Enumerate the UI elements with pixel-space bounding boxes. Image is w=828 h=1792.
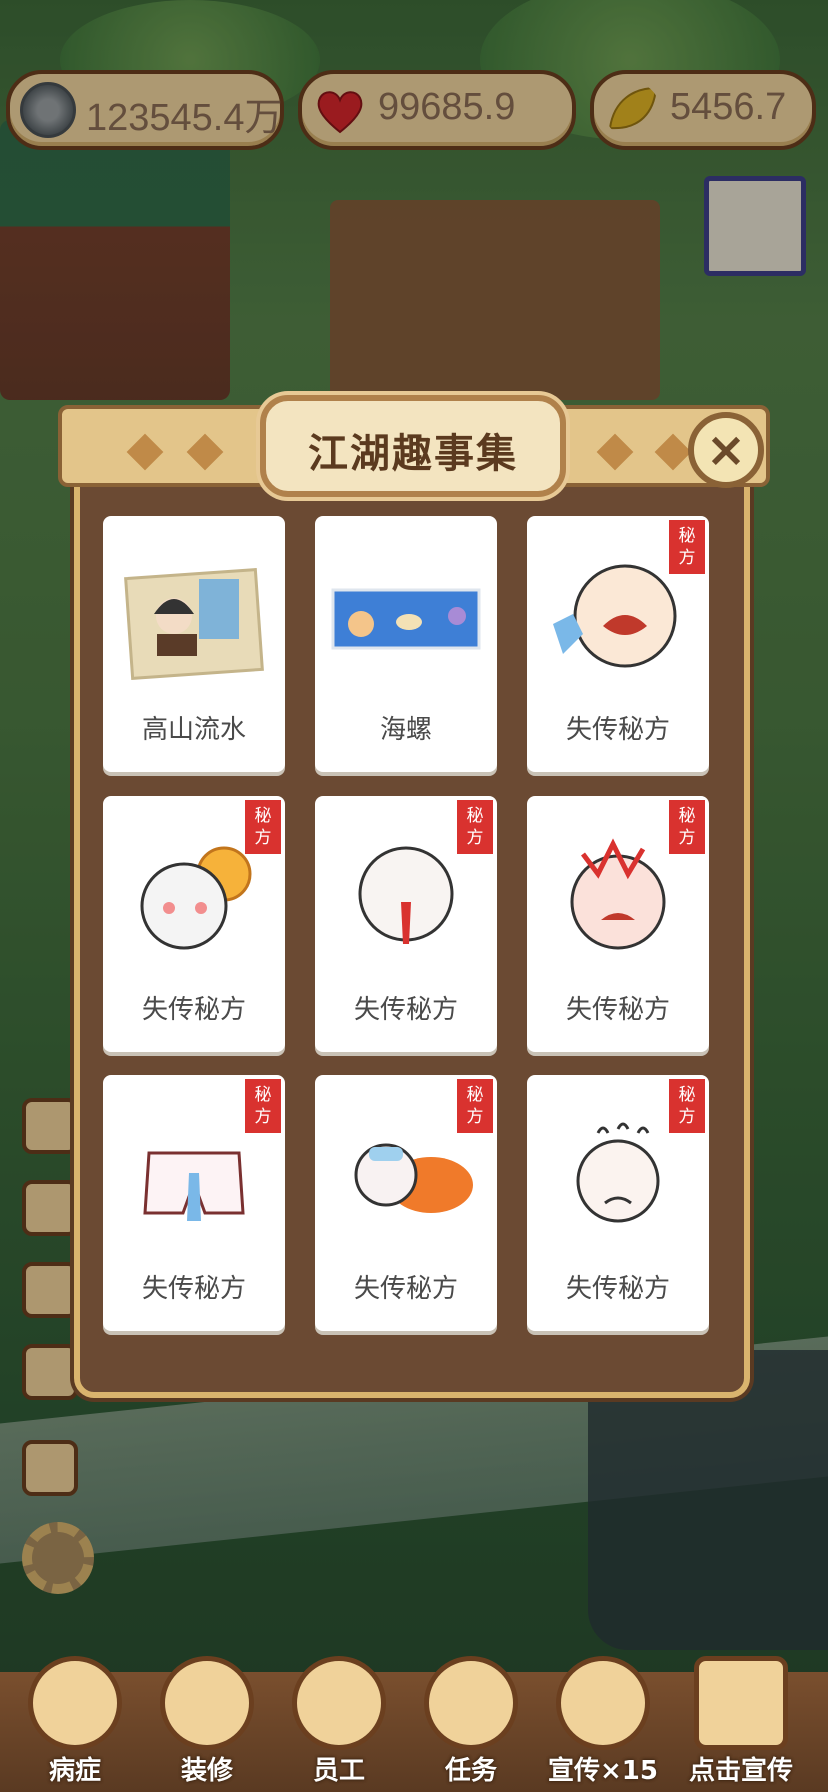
diamond-ornament [126, 433, 164, 471]
modal-title: 江湖趣事集 [308, 431, 518, 477]
headache-face-icon [570, 838, 666, 950]
collection-card[interactable]: 秘方 失传秘方 [315, 1075, 497, 1331]
paint-brush-icon [160, 1656, 254, 1750]
card-label: 失传秘方 [565, 715, 670, 745]
flyer-icon [556, 1656, 650, 1750]
collection-card[interactable]: 秘方 失传秘方 [315, 796, 497, 1052]
nav-promote-button[interactable]: 宣传×15 [548, 1656, 658, 1792]
card-label: 失传秘方 [565, 1274, 670, 1304]
card-label: 失传秘方 [141, 995, 246, 1025]
nav-label: 任务 [444, 1756, 497, 1786]
close-button[interactable]: × [688, 412, 764, 488]
banner-scroll-icon [694, 1656, 788, 1750]
modal-title-plate: 江湖趣事集 [260, 395, 566, 497]
nav-label: 病症 [48, 1756, 101, 1786]
sick-in-bed-icon [354, 1143, 473, 1213]
nav-label: 员工 [312, 1756, 365, 1786]
card-label: 失传秘方 [353, 1274, 458, 1304]
collection-card[interactable]: 秘方 失传秘方 [527, 516, 709, 772]
shivering-face-icon [576, 1122, 660, 1223]
mountain-stream-art [124, 567, 264, 681]
scroll-icon [424, 1656, 518, 1750]
heatstroke-face-icon [140, 846, 252, 950]
nav-label: 宣传×15 [548, 1756, 658, 1786]
collection-card[interactable]: 秘方 失传秘方 [527, 1075, 709, 1331]
collection-card[interactable]: 高山流水 [103, 516, 285, 772]
nav-click-promote-button[interactable]: 点击宣传 [686, 1656, 796, 1792]
collection-card[interactable]: 秘方 失传秘方 [103, 796, 285, 1052]
nosebleed-face-icon [358, 846, 454, 944]
card-label: 失传秘方 [353, 995, 458, 1025]
card-label: 失传秘方 [141, 1274, 246, 1304]
card-label: 高山流水 [141, 715, 246, 745]
diamond-ornament [596, 433, 634, 471]
staff-avatar-icon [292, 1656, 386, 1750]
nav-label: 装修 [180, 1756, 233, 1786]
card-label: 失传秘方 [565, 995, 670, 1025]
nav-staff-button[interactable]: 员工 [284, 1656, 394, 1792]
collection-card[interactable]: 秘方 失传秘方 [527, 796, 709, 1052]
book-icon [28, 1656, 122, 1750]
diarrhea-shorts-icon [143, 1151, 245, 1221]
diamond-ornament [186, 433, 224, 471]
close-icon: × [705, 422, 747, 478]
nav-label: 点击宣传 [688, 1756, 793, 1786]
vomiting-face-icon [553, 564, 677, 668]
nav-tasks-button[interactable]: 任务 [416, 1656, 526, 1792]
diamond-ornament [654, 433, 692, 471]
nav-illness-button[interactable]: 病症 [20, 1656, 130, 1792]
seashell-art [331, 588, 481, 650]
card-label: 海螺 [379, 715, 432, 745]
collection-card[interactable]: 秘方 失传秘方 [103, 1075, 285, 1331]
nav-decorate-button[interactable]: 装修 [152, 1656, 262, 1792]
collection-card[interactable]: 海螺 [315, 516, 497, 772]
